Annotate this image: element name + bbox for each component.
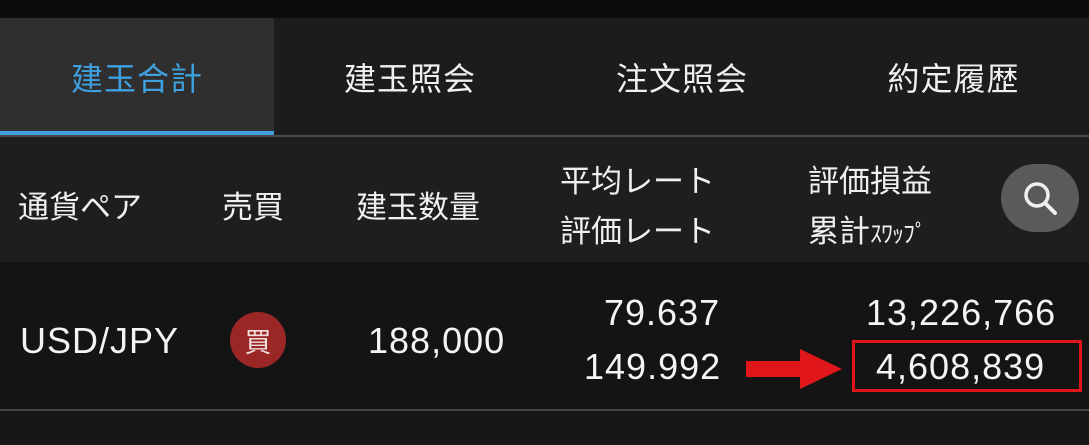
header-side: 売買 (222, 190, 284, 226)
highlight-box (852, 340, 1082, 392)
header-eval-pl: 評価損益 (808, 164, 932, 200)
header-cumulative: 累計 (808, 214, 870, 250)
tab-position-summary[interactable]: 建玉合計 (0, 18, 274, 136)
header-avg-rate: 平均レート (560, 164, 715, 200)
row-avg-rate: 79.637 (604, 292, 721, 333)
tab-position-inquiry[interactable]: 建玉照会 (274, 18, 546, 136)
tab-bar: 建玉合計 建玉照会 注文照会 約定履歴 (0, 18, 1089, 136)
header-cumulative-swap: 累計ｽﾜｯﾌﾟ (808, 206, 927, 251)
status-bar (0, 0, 1089, 18)
header-eval-rate: 評価レート (560, 214, 715, 250)
row-quantity: 188,000 (368, 320, 506, 361)
row-currency-pair: USD/JPY (20, 320, 180, 361)
table-footer (0, 411, 1089, 445)
header-currency-pair: 通貨ペア (18, 190, 142, 226)
tab-execution-history[interactable]: 約定履歴 (818, 18, 1089, 136)
search-button[interactable] (1001, 164, 1079, 232)
buy-badge: 買 (230, 312, 286, 368)
tab-order-inquiry[interactable]: 注文照会 (546, 18, 818, 136)
header-swap: ｽﾜｯﾌﾟ (870, 220, 927, 248)
row-eval-pl: 13,226,766 (866, 292, 1057, 333)
row-eval-rate: 149.992 (584, 346, 722, 387)
search-icon (1024, 182, 1057, 215)
header-quantity: 建玉数量 (356, 190, 480, 226)
arrow-right-icon (746, 349, 842, 389)
